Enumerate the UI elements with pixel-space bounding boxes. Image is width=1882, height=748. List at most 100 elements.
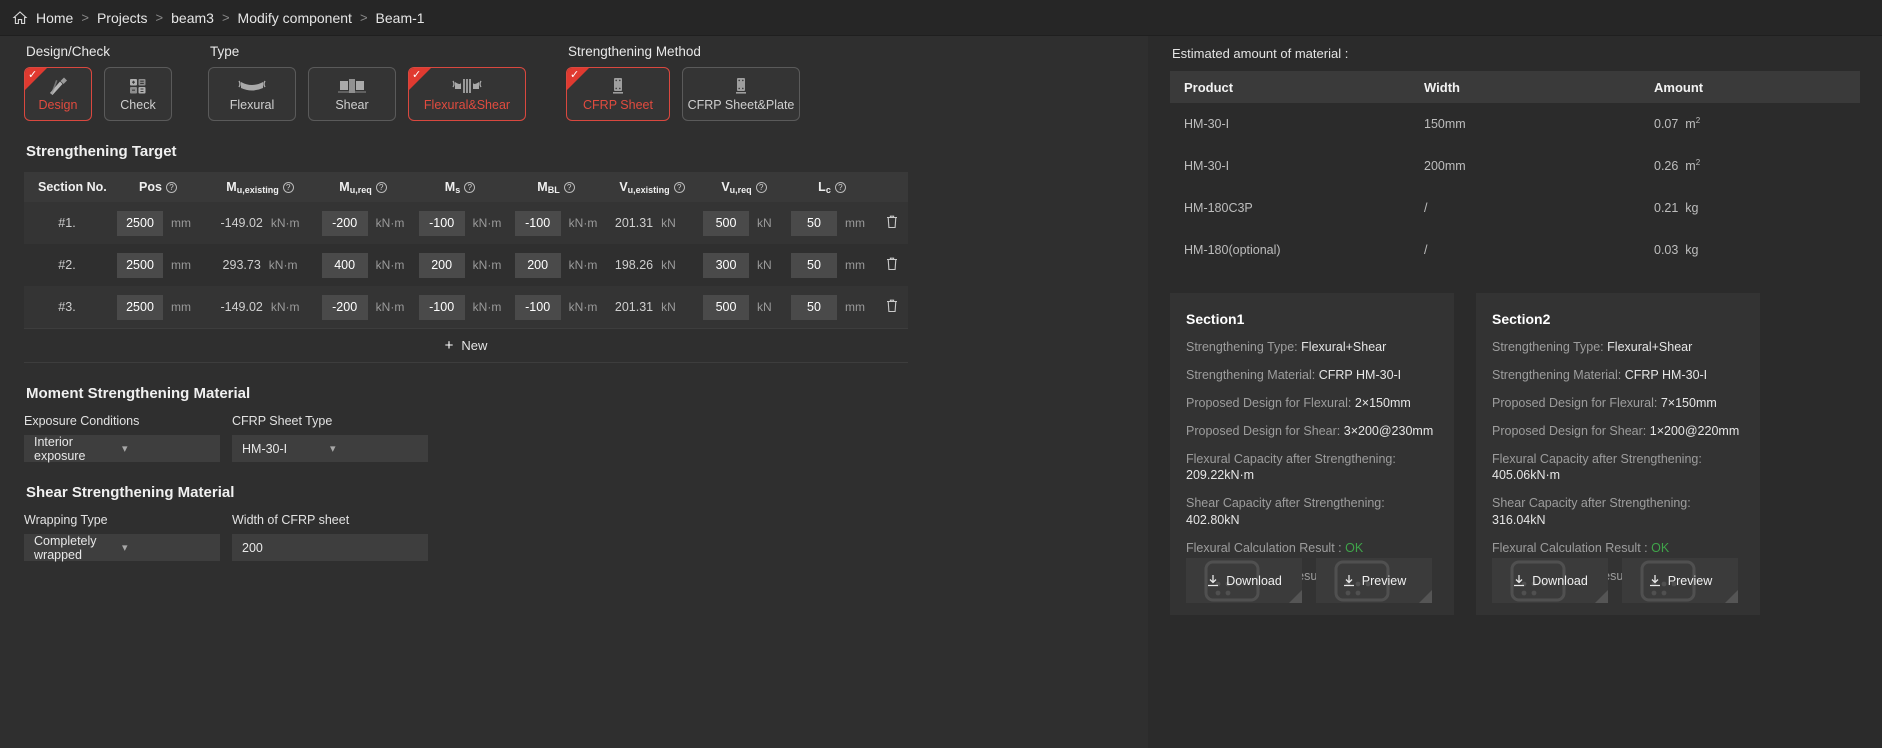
cell-mu-existing: -149.02kN·m [206,286,314,328]
help-icon[interactable]: ? [835,182,846,193]
option-cfrp-sheet[interactable]: ✓ CFRP Sheet [566,67,670,121]
strengthening-target-table: Section No. Pos? Mu,existing? Mu,req? Ms… [24,172,908,328]
strengthening-type-line: Strengthening Type: Flexural+Shear [1492,339,1744,356]
help-icon[interactable]: ? [376,182,387,193]
group-design-check: Design/Check ✓ Design [24,44,172,121]
download-button[interactable]: Download [1492,558,1608,603]
option-design[interactable]: ✓ Design [24,67,92,121]
mbl-input[interactable] [515,295,561,320]
divider [24,362,908,363]
download-button[interactable]: Download [1186,558,1302,603]
exposure-conditions-select[interactable]: Interior exposure ▾ [24,435,220,462]
pos-input[interactable] [117,295,163,320]
option-label-flexural: Flexural [230,99,274,112]
breadcrumb-item-home[interactable]: Home [36,10,73,26]
option-label-design: Design [39,99,78,112]
trash-icon[interactable] [885,298,899,316]
breadcrumb-separator: > [360,10,368,25]
table-row: HM-30-I 200mm 0.26 m2 [1170,145,1860,187]
vu-req-input[interactable] [703,253,749,278]
ms-input[interactable] [419,253,465,278]
cell-vu-existing: 201.31kN [604,286,700,328]
option-flexural[interactable]: Flexural [208,67,296,121]
group-strengthening-method: Strengthening Method ✓ [566,44,800,121]
lc-input[interactable] [791,253,837,278]
option-label-check: Check [120,99,155,112]
vu-req-input[interactable] [703,211,749,236]
preview-button[interactable]: Preview [1316,558,1432,603]
pos-input[interactable] [117,253,163,278]
shear-material-heading: Shear Strengthening Material [26,484,1124,501]
mu-req-input[interactable] [322,253,368,278]
wrapping-type-select[interactable]: Completely wrapped ▾ [24,534,220,561]
home-icon[interactable] [12,10,28,26]
help-icon[interactable]: ? [283,182,294,193]
section-card-title: Section2 [1492,311,1744,327]
width-of-cfrp-sheet-input[interactable] [232,534,428,561]
preview-label: Preview [1668,574,1712,588]
option-shear[interactable]: Shear [308,67,396,121]
column-header-ms: Ms? [412,172,508,202]
trash-icon[interactable] [885,256,899,274]
material-header-row: Product Width Amount [1170,71,1860,103]
table-row: #2. mm 293.73kN·m kN·m kN·m kN·m 198.26k… [24,244,908,286]
cell-mu-existing: 293.73kN·m [206,244,314,286]
mbl-input[interactable] [515,211,561,236]
flexural-shear-beam-icon [448,76,486,96]
ms-input[interactable] [419,211,465,236]
cell-width: 200mm [1410,145,1640,187]
breadcrumb-item-projects[interactable]: Projects [97,10,148,26]
option-cfrp-sheet-plate[interactable]: CFRP Sheet&Plate [682,67,800,121]
label-cfrp-sheet-type: CFRP Sheet Type [232,414,428,428]
cell-product: HM-30-I [1170,103,1410,145]
corner-fold [1725,590,1738,603]
status-badge: OK [1345,541,1363,555]
cell-amount: 0.21 kg [1640,187,1860,229]
mu-req-input[interactable] [322,211,368,236]
cell-width: / [1410,229,1640,271]
group-title-design-check: Design/Check [24,44,172,59]
flexural-capacity-line: Flexural Capacity after Strengthening:20… [1186,451,1438,485]
breadcrumb-item-modify-component[interactable]: Modify component [238,10,352,26]
breadcrumb-item-beam-1[interactable]: Beam-1 [376,10,425,26]
cell-lc: mm [788,202,876,244]
add-new-row-button[interactable]: + New [24,328,908,362]
lc-input[interactable] [791,211,837,236]
trash-icon[interactable] [885,214,899,232]
cell-amount: 0.03 kg [1640,229,1860,271]
strengthening-type-line: Strengthening Type: Flexural+Shear [1186,339,1438,356]
pos-input[interactable] [117,211,163,236]
cfrp-sheet-type-select[interactable]: HM-30-I ▾ [232,435,428,462]
section-card-2: Section2 Strengthening Type: Flexural+Sh… [1476,293,1760,615]
flexural-beam-icon [235,76,269,96]
option-flexural-shear[interactable]: ✓ Flexural&Shear [408,67,526,121]
breadcrumb-separator: > [222,10,230,25]
preview-button[interactable]: Preview [1622,558,1738,603]
plus-icon: + [445,337,454,354]
ms-input[interactable] [419,295,465,320]
option-check[interactable]: Check [104,67,172,121]
column-header-pos: Pos? [110,172,206,202]
breadcrumb-separator: > [81,10,89,25]
check-icon: ✓ [570,68,579,82]
shear-capacity-line: Shear Capacity after Strengthening: 316.… [1492,495,1744,529]
help-icon[interactable]: ? [166,182,177,193]
breadcrumb-item-beam3[interactable]: beam3 [171,10,214,26]
exposure-conditions-value: Interior exposure [34,435,122,463]
flexural-result-line: Flexural Calculation Result : OK [1186,540,1438,557]
column-header-lc: Lc? [788,172,876,202]
proposed-shear-line: Proposed Design for Shear: 3×200@230mm [1186,423,1438,440]
left-panel: Design/Check ✓ Design [0,36,1148,748]
lc-input[interactable] [791,295,837,320]
help-icon[interactable]: ? [756,182,767,193]
mu-req-input[interactable] [322,295,368,320]
mbl-input[interactable] [515,253,561,278]
vu-req-input[interactable] [703,295,749,320]
help-icon[interactable]: ? [464,182,475,193]
section-card-title: Section1 [1186,311,1438,327]
cell-product: HM-30-I [1170,145,1410,187]
help-icon[interactable]: ? [674,182,685,193]
cell-delete [876,202,908,244]
help-icon[interactable]: ? [564,182,575,193]
cell-vu-req: kN [700,244,788,286]
